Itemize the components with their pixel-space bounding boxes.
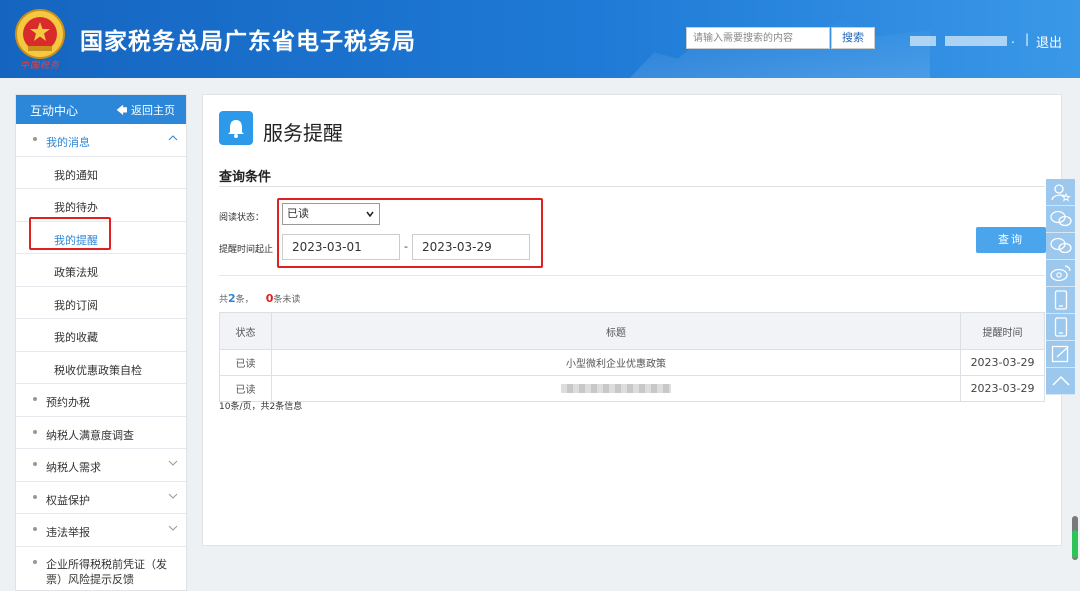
right-floating-toolbar: [1046, 179, 1075, 395]
sidebar-header: 互动中心 🡄 返回主页: [16, 95, 186, 124]
row-time: 2023-03-29: [960, 375, 1045, 402]
row-title-link[interactable]: [270, 375, 962, 402]
user-account-blurred: [945, 36, 1007, 46]
pagination-info: 10条/页，共2条信息: [219, 402, 303, 412]
bullet-icon: [33, 462, 37, 466]
search-button[interactable]: 搜索: [831, 27, 875, 49]
sidebar-item-appointment[interactable]: 预约办税: [16, 384, 186, 417]
result-summary: 共2条， 0条未读: [219, 292, 301, 305]
column-header-title: 标题: [270, 312, 962, 350]
mobile-icon[interactable]: [1046, 287, 1075, 314]
weibo-icon[interactable]: [1046, 260, 1075, 287]
reminder-table: 状态 标题 提醒时间 已读 小型微利企业优惠政策 2023-03-29 已读 2…: [219, 312, 1045, 402]
user-name-blurred: [910, 36, 936, 46]
section-divider: [219, 186, 1045, 187]
chevron-down-icon: [168, 525, 178, 531]
sidebar-item-taxpayer-needs[interactable]: 纳税人需求: [16, 449, 186, 482]
column-header-status: 状态: [219, 312, 272, 350]
wechat-icon[interactable]: [1046, 206, 1075, 233]
conditions-annotation-highlight: [277, 198, 543, 268]
row-status: 已读: [219, 349, 272, 376]
sidebar-item-invoice-risk[interactable]: 企业所得税税前凭证（发票）风险提示反馈: [16, 547, 186, 591]
scroll-indicator: [1072, 530, 1078, 558]
table-header-row: 状态 标题 提醒时间: [219, 312, 1045, 350]
search-input[interactable]: 请输入需要搜索的内容: [686, 27, 830, 49]
table-row[interactable]: 已读 小型微利企业优惠政策 2023-03-29: [219, 349, 1045, 376]
sidebar-annotation-highlight: [29, 217, 111, 250]
bullet-icon: [33, 559, 37, 564]
user-star-icon[interactable]: [1046, 179, 1075, 206]
main-panel: 服务提醒 查询条件 阅读状态： 已读 提醒时间起止 2023-03-01 - 2…: [202, 94, 1062, 546]
edit-icon[interactable]: [1046, 341, 1075, 368]
site-title: 国家税务总局广东省电子税务局: [80, 29, 416, 55]
blurred-title: [561, 383, 671, 393]
time-range-label: 提醒时间起止: [219, 245, 274, 255]
query-section-title: 查询条件: [219, 170, 272, 185]
bullet-icon: [33, 137, 37, 141]
sidebar-item-policies[interactable]: 政策法规: [16, 254, 186, 287]
site-header: 中国税务 国家税务总局广东省电子税务局 请输入需要搜索的内容 搜索 . | 退出: [0, 0, 1080, 78]
mobile-icon[interactable]: [1046, 314, 1075, 341]
header-separator: |: [1025, 32, 1030, 46]
logout-link[interactable]: 退出: [1036, 32, 1062, 51]
chevron-up-icon: [168, 135, 178, 141]
wechat-icon[interactable]: [1046, 233, 1075, 260]
results-divider: [219, 275, 1045, 276]
bullet-icon: [33, 494, 37, 499]
bullet-icon: [33, 429, 37, 434]
bell-icon: [219, 111, 253, 145]
sidebar-title: 互动中心: [30, 104, 79, 118]
query-button[interactable]: 查询: [976, 227, 1046, 253]
chevron-down-icon: [168, 493, 178, 499]
row-time: 2023-03-29: [960, 349, 1045, 376]
user-suffix: .: [1011, 32, 1015, 46]
sidebar-item-survey[interactable]: 纳税人满意度调查: [16, 417, 186, 449]
tax-emblem-icon: [15, 9, 65, 59]
sidebar: 互动中心 🡄 返回主页 我的消息 我的通知 我的待办 我的提醒 政策法规 我的订…: [15, 94, 187, 591]
column-header-time: 提醒时间: [960, 312, 1045, 350]
emblem-caption: 中国税务: [19, 61, 60, 71]
bullet-icon: [33, 397, 37, 401]
row-status: 已读: [219, 375, 272, 402]
chevron-down-icon: [168, 460, 178, 466]
row-title-link[interactable]: 小型微利企业优惠政策: [270, 349, 962, 376]
back-arrow-icon: 🡄: [116, 104, 128, 117]
sidebar-item-rights[interactable]: 权益保护: [16, 482, 186, 514]
chevron-up-icon[interactable]: [1046, 368, 1075, 395]
sidebar-item-report[interactable]: 违法举报: [16, 514, 186, 547]
sidebar-item-policy-selfcheck[interactable]: 税收优惠政策自检: [16, 352, 186, 384]
sidebar-item-my-notices[interactable]: 我的通知: [16, 157, 186, 189]
sidebar-item-my-messages[interactable]: 我的消息: [16, 124, 186, 157]
sidebar-item-my-subscriptions[interactable]: 我的订阅: [16, 287, 186, 319]
table-row[interactable]: 已读 2023-03-29: [219, 375, 1045, 402]
page-title: 服务提醒: [263, 121, 343, 145]
bullet-icon: [33, 527, 37, 531]
back-home-link[interactable]: 🡄 返回主页: [116, 102, 175, 121]
read-status-label: 阅读状态：: [219, 213, 265, 223]
sidebar-item-my-favorites[interactable]: 我的收藏: [16, 319, 186, 352]
